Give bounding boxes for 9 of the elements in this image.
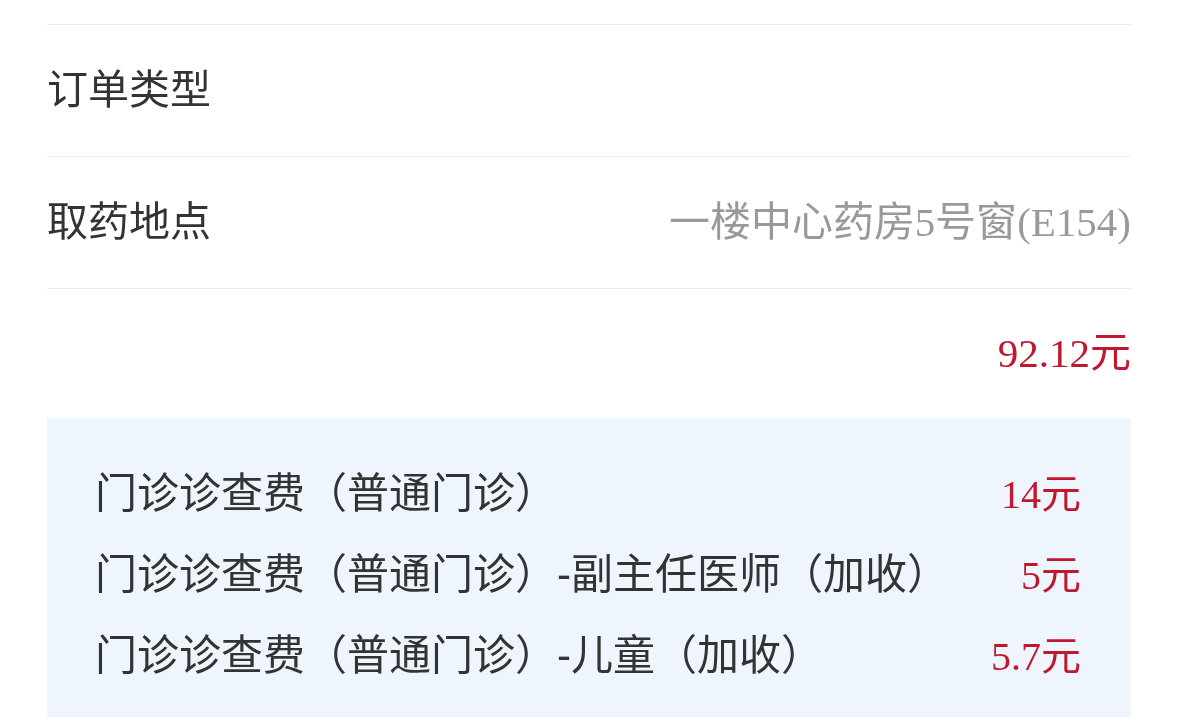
fee-item-name: 门诊诊查费（普通门诊） (95, 469, 557, 520)
fee-item-amount: 14元 (1001, 470, 1081, 519)
fee-item-amount: 5元 (1021, 551, 1081, 600)
field-label: 取药地点 (47, 197, 211, 247)
fee-item-name: 门诊诊查费（普通门诊）-儿童（加收） (95, 631, 823, 682)
fee-item-amount: 5.7元 (991, 632, 1081, 681)
field-value: 一楼中心药房5号窗(E154) (668, 197, 1131, 247)
fee-item-name: 门诊诊查费（普通门诊）-副主任医师（加收） (95, 550, 949, 601)
total-amount: 92.12元 (997, 328, 1131, 378)
